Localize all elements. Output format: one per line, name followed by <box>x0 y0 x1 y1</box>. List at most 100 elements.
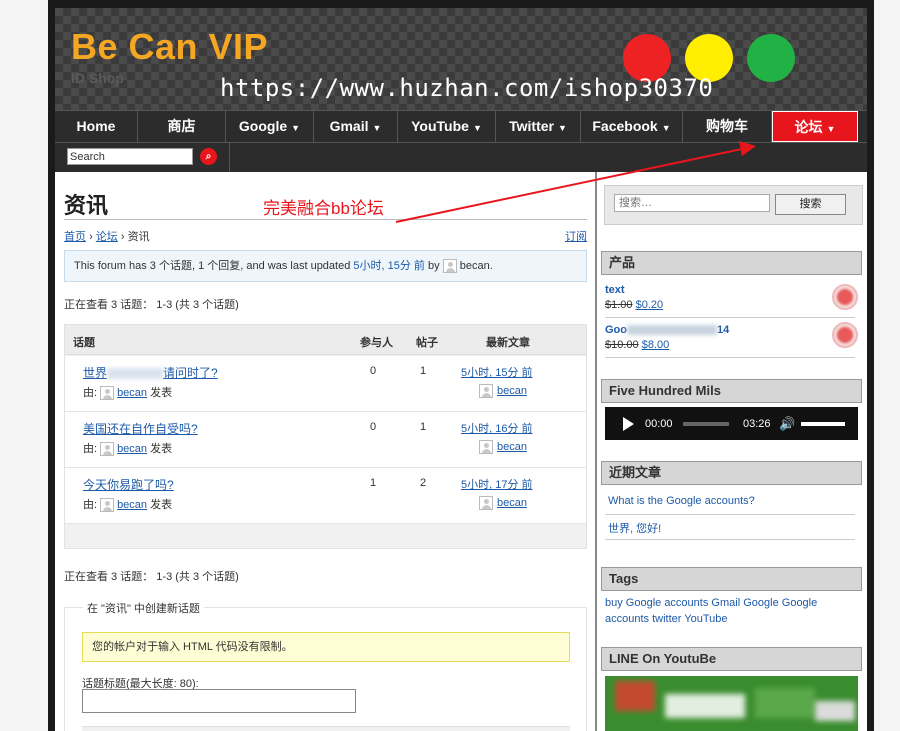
player-progress-slider[interactable] <box>683 422 729 426</box>
recent-divider <box>605 514 855 515</box>
product-name-end: 14 <box>717 324 730 336</box>
avatar[interactable] <box>442 259 457 274</box>
info-time-link[interactable]: 5小时, 15分 前 <box>353 260 425 272</box>
new-price: $8.00 <box>641 339 670 351</box>
avatar[interactable] <box>100 442 115 457</box>
subscribe-link[interactable]: 订阅 <box>565 228 587 244</box>
tag-link[interactable]: YouTube <box>684 613 727 625</box>
nav-item-forum[interactable]: 论坛 ▼ <box>772 111 858 142</box>
video-blur-patch <box>755 688 815 718</box>
col-posts: 帖子 <box>416 337 438 349</box>
avatar[interactable] <box>479 384 493 398</box>
page-title: 资讯 <box>64 193 109 218</box>
subnav-bar: ⌕ <box>55 142 867 172</box>
nav-item-home[interactable]: Home <box>55 111 138 142</box>
nav-item-shop[interactable]: 商店 <box>138 111 226 142</box>
site-title[interactable]: Be Can VIP <box>71 26 268 68</box>
fresh-user-name[interactable]: becan <box>497 385 527 397</box>
product-thumbnail[interactable] <box>832 284 858 310</box>
fresh-user-name[interactable]: becan <box>497 441 527 453</box>
tag-link[interactable]: Gmail <box>711 597 740 609</box>
topic-title-start: 世界 <box>83 366 108 380</box>
freshness-link[interactable]: 5小时, 15分 前 <box>461 364 533 380</box>
nav-item-cart[interactable]: 购物车 <box>683 111 772 142</box>
video-blur-patch <box>665 694 745 718</box>
breadcrumb: 首页 › 论坛 › 资讯 <box>64 228 150 244</box>
top-search-input[interactable] <box>67 148 193 165</box>
breadcrumb-sep: › <box>89 231 93 243</box>
avatar[interactable] <box>479 440 493 454</box>
author-link[interactable]: becan <box>117 499 147 511</box>
product-thumbnail[interactable] <box>832 322 858 348</box>
product-name[interactable]: text <box>605 284 663 296</box>
sidebar-search-input[interactable] <box>614 194 770 212</box>
posts-count: 1 <box>419 365 427 377</box>
line-heading: LINE On YoutuBe <box>601 647 862 671</box>
nav-item-twitter[interactable]: Twitter ▼ <box>496 111 581 142</box>
topic-title-link[interactable]: 美国还在自作自受吗? <box>83 420 198 437</box>
nav-item-facebook[interactable]: Facebook ▼ <box>581 111 683 142</box>
video-thumbnail[interactable] <box>605 676 858 731</box>
nav-item-google[interactable]: Google ▼ <box>226 111 314 142</box>
product-item[interactable]: text $1.00 $0.20 <box>605 284 663 311</box>
tag-link[interactable]: twitter <box>652 613 681 625</box>
play-icon[interactable] <box>623 417 634 431</box>
col-freshness: 最新文章 <box>486 337 530 349</box>
topic-title-link[interactable]: 今天你易跑了吗? <box>83 476 174 493</box>
volume-icon[interactable]: 🔊 <box>779 416 795 432</box>
nav-item-gmail[interactable]: Gmail ▼ <box>314 111 398 142</box>
nav-label: Home <box>76 118 116 134</box>
volume-slider[interactable] <box>801 422 845 426</box>
posted-label: 发表 <box>150 443 173 455</box>
info-user[interactable]: becan. <box>460 260 493 272</box>
watermark-url: https://www.huzhan.com/ishop30370 <box>220 74 714 102</box>
topic-title-input[interactable] <box>82 689 356 713</box>
avatar[interactable] <box>479 496 493 510</box>
caret-down-icon: ▼ <box>472 123 482 133</box>
fresh-user-name[interactable]: becan <box>497 497 527 509</box>
author-link[interactable]: becan <box>117 443 147 455</box>
breadcrumb-forum[interactable]: 论坛 <box>96 231 118 243</box>
by-label: 由: <box>83 443 98 455</box>
caret-down-icon: ▼ <box>826 124 836 134</box>
main-content: 资讯 完美融合bb论坛 首页 › 论坛 › 资讯 订阅 This forum h… <box>55 172 595 731</box>
product-item[interactable]: Goo 14 $10.00 $8.00 <box>605 324 729 351</box>
product-divider <box>605 357 855 358</box>
sidebar-search-button[interactable]: 搜索 <box>775 194 846 215</box>
freshness-user[interactable]: becan <box>479 384 527 398</box>
nav-label: 购物车 <box>706 118 748 134</box>
by-label: 由: <box>83 499 98 511</box>
topic-title-link[interactable]: 世界 请问时了? <box>83 364 218 381</box>
nav-item-youtube[interactable]: YouTube ▼ <box>398 111 496 142</box>
table-row: 美国还在自作自受吗? 由: becan 发表 0 1 5小时, 16分 前 bec… <box>65 412 586 468</box>
voices-count: 0 <box>369 365 377 377</box>
old-price: $1.00 <box>605 299 633 311</box>
freshness-user[interactable]: becan <box>479 496 527 510</box>
recent-divider <box>605 539 855 540</box>
freshness-link[interactable]: 5小时, 17分 前 <box>461 476 533 492</box>
col-topic: 话题 <box>73 337 95 349</box>
recent-post-link[interactable]: What is the Google accounts? <box>608 495 755 507</box>
author-link[interactable]: becan <box>117 387 147 399</box>
product-name[interactable]: Goo 14 <box>605 324 729 336</box>
sidebar: 搜索 产品 text $1.00 $0.20 Goo 14 $10.00 $8.0… <box>597 172 867 731</box>
posted-label: 发表 <box>150 387 173 399</box>
avatar[interactable] <box>100 386 115 401</box>
tag-link[interactable]: Google <box>743 597 778 609</box>
breadcrumb-home[interactable]: 首页 <box>64 231 86 243</box>
top-search-area: ⌕ <box>55 143 230 172</box>
new-topic-form: 在 "资讯" 中创建新话题 您的帐户对于输入 HTML 代码没有限制。 话题标题… <box>64 600 587 731</box>
search-icon[interactable]: ⌕ <box>200 148 217 165</box>
info-by: by <box>428 260 440 272</box>
tag-link[interactable]: buy Google accounts <box>605 597 708 609</box>
info-text: This forum has 3 个话题, 1 个回复, and was las… <box>74 260 351 272</box>
avatar[interactable] <box>100 498 115 513</box>
audio-player: 00:00 03:26 🔊 <box>605 407 858 440</box>
product-name-start: text <box>605 284 625 296</box>
freshness-link[interactable]: 5小时, 16分 前 <box>461 420 533 436</box>
old-price: $10.00 <box>605 339 639 351</box>
recent-post-link[interactable]: 世界, 您好! <box>608 520 661 536</box>
freshness-user[interactable]: becan <box>479 440 527 454</box>
product-divider <box>605 317 855 318</box>
col-voices: 参与人 <box>360 337 393 349</box>
